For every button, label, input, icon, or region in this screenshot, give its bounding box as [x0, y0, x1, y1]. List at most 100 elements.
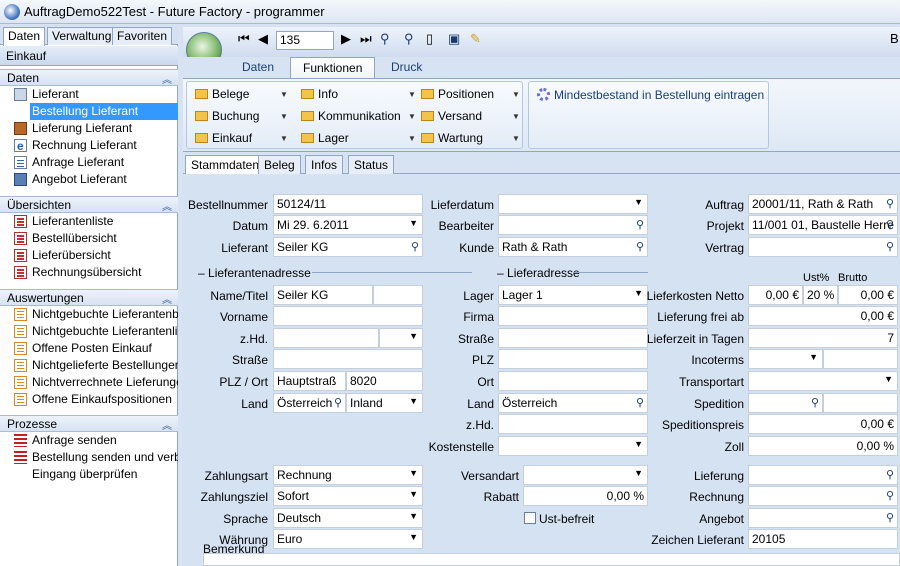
lieferdatum-field[interactable]: ▼ [498, 194, 648, 214]
ribbon-tab-druck[interactable]: Druck [379, 57, 434, 79]
tab-verwaltung[interactable]: Verwaltung [47, 27, 117, 45]
buchung-button[interactable]: Buchung ▼ [195, 109, 288, 123]
binoculars-icon[interactable]: ⚲ [636, 240, 644, 253]
dropdown-arrow-icon[interactable]: ▼ [884, 374, 893, 384]
section-header-auswertungen[interactable]: Auswertungen ︽ [0, 289, 178, 306]
titel-field[interactable] [373, 285, 423, 305]
zhd2-field[interactable] [498, 414, 648, 434]
nav-item-rechnungsuebersicht[interactable]: Rechnungsübersicht [0, 264, 178, 281]
plz-field[interactable]: Hauptstraß [273, 371, 346, 391]
binoculars-icon[interactable]: ⚲ [886, 511, 894, 524]
nav-item-nichtgebuchte-1[interactable]: Nichtgebuchte Lieferantenb... [0, 306, 178, 323]
module-header[interactable]: Einkauf [0, 46, 178, 66]
edit-icon[interactable]: ✎ [470, 31, 481, 47]
record-number-input[interactable]: 135 [276, 31, 334, 50]
kostenstelle-select[interactable]: ▼ [498, 436, 648, 456]
binoculars-icon[interactable]: ⚲ [886, 197, 894, 210]
nav-item-nichtgelieferte[interactable]: Nichtgelieferte Bestellungen [0, 357, 178, 374]
previous-record-icon[interactable]: ◀ [258, 31, 268, 47]
dropdown-arrow-icon[interactable]: ▼ [409, 218, 418, 228]
ort2-field[interactable] [498, 371, 648, 391]
lager-button[interactable]: Lager ▼ [301, 131, 416, 145]
tab-infos[interactable]: Infos [305, 155, 344, 174]
tab-stammdaten[interactable]: Stammdaten [185, 155, 266, 174]
einkauf-button[interactable]: Einkauf ▼ [195, 131, 288, 145]
angebot-field[interactable]: ⚲ [748, 508, 898, 528]
collapse-icon[interactable]: ︽ [162, 198, 172, 213]
section-header-uebersichten[interactable]: Übersichten ︽ [0, 196, 178, 213]
dropdown-arrow-icon[interactable]: ▼ [409, 511, 418, 521]
dropdown-arrow-icon[interactable]: ▼ [634, 468, 643, 478]
nav-item-offene-posten[interactable]: Offene Posten Einkauf [0, 340, 178, 357]
waehrung-select[interactable]: Euro ▼ [273, 529, 423, 549]
nav-item-nichtverrechnete[interactable]: Nichtverrechnete Lieferungen [0, 374, 178, 391]
last-record-icon[interactable]: ⏭ [360, 31, 372, 47]
land-field[interactable]: Österreich ⚲ [273, 393, 346, 413]
datum-field[interactable]: Mi 29. 6.2011 ▼ [273, 215, 423, 235]
binoculars-icon[interactable]: ⚲ [411, 240, 419, 253]
tab-beleg[interactable]: Beleg [258, 155, 301, 174]
nav-item-eingang-pruefen[interactable]: Eingang überprüfen [0, 466, 178, 483]
binoculars-icon[interactable]: ⚲ [886, 240, 894, 253]
auftrag-field[interactable]: 20001/11, Rath & Rath ⚲ [748, 194, 898, 214]
binoculars-icon[interactable]: ⚲ [636, 218, 644, 231]
next-record-icon[interactable]: ▶ [341, 31, 351, 47]
dropdown-arrow-icon[interactable]: ▼ [409, 532, 418, 542]
ust-befreit-checkbox[interactable] [524, 512, 536, 524]
transportart-select[interactable]: ▼ [748, 371, 898, 391]
lieferkosten-netto-field[interactable]: 0,00 € [748, 285, 803, 305]
bemerkung-field[interactable] [203, 553, 900, 566]
lager-select[interactable]: Lager 1 ▼ [498, 285, 648, 305]
dropdown-arrow-icon[interactable]: ▼ [409, 331, 418, 341]
lieferung-field[interactable]: ⚲ [748, 465, 898, 485]
binoculars-icon[interactable]: ⚲ [886, 489, 894, 502]
rechnung-field[interactable]: ⚲ [748, 486, 898, 506]
zhd-field[interactable] [273, 328, 379, 348]
nav-item-lieferung-lieferant[interactable]: Lieferung Lieferant [0, 120, 178, 137]
dropdown-arrow-icon[interactable]: ▼ [634, 197, 643, 207]
spedition-name-field[interactable] [823, 393, 898, 413]
collapse-icon[interactable]: ︽ [162, 71, 172, 86]
nav-item-rechnung-lieferant[interactable]: Rechnung Lieferant [0, 137, 178, 154]
dropdown-arrow-icon[interactable]: ▼ [634, 439, 643, 449]
nav-item-lieferant[interactable]: Lieferant [0, 86, 178, 103]
strasse-field[interactable] [273, 349, 423, 369]
zahlungsziel-select[interactable]: Sofort ▼ [273, 486, 423, 506]
nav-item-anfrage-senden[interactable]: Anfrage senden [0, 432, 178, 449]
incoterms-select[interactable]: ▼ [748, 349, 823, 369]
binoculars-icon[interactable]: ⚲ [886, 218, 894, 231]
lieferkosten-ust-field[interactable]: 20 % [803, 285, 838, 305]
nav-item-lieferuebersicht[interactable]: Lieferübersicht [0, 247, 178, 264]
belege-button[interactable]: Belege ▼ [195, 87, 288, 101]
new-document-icon[interactable]: ▯ [426, 31, 433, 47]
spedition-field[interactable]: ⚲ [748, 393, 823, 413]
zhd-select[interactable]: ▼ [379, 328, 423, 348]
land2-field[interactable]: Österreich ⚲ [498, 393, 648, 413]
info-button[interactable]: Info ▼ [301, 87, 416, 101]
dropdown-arrow-icon[interactable]: ▼ [634, 288, 643, 298]
lieferkosten-brutto-field[interactable]: 0,00 € [838, 285, 898, 305]
dropdown-arrow-icon[interactable]: ▼ [809, 352, 818, 362]
nav-item-bestelluebersicht[interactable]: Bestellübersicht [0, 230, 178, 247]
first-record-icon[interactable]: ⏮ [238, 31, 250, 47]
ribbon-tab-daten[interactable]: Daten [230, 57, 286, 79]
nav-item-angebot-lieferant[interactable]: Angebot Lieferant [0, 171, 178, 188]
section-header-daten[interactable]: Daten ︽ [0, 69, 178, 86]
dropdown-arrow-icon[interactable]: ▼ [409, 489, 418, 499]
incoterms-ort-field[interactable] [823, 349, 898, 369]
binoculars-icon[interactable]: ⚲ [811, 396, 819, 409]
vorname-field[interactable] [273, 306, 423, 326]
nav-item-nichtgebuchte-2[interactable]: Nichtgebuchte Lieferantenli... [0, 323, 178, 340]
save-icon[interactable]: ▣ [448, 31, 460, 47]
versand-button[interactable]: Versand ▼ [421, 109, 520, 123]
versandart-select[interactable]: ▼ [523, 465, 648, 485]
rabatt-field[interactable]: 0,00 % [523, 486, 648, 506]
nav-item-bestellung-lieferant[interactable]: Bestellung Lieferant [30, 103, 178, 120]
ort-field[interactable]: 8020 [346, 371, 423, 391]
search-binoculars-icon[interactable]: ⚲ [380, 31, 390, 47]
kommunikation-button[interactable]: Kommunikation ▼ [301, 109, 416, 123]
nav-item-offene-einkaufspositionen[interactable]: Offene Einkaufspositionen [0, 391, 178, 408]
mindestbestand-button[interactable]: Mindestbestand in Bestellung eintragen [537, 88, 764, 102]
positionen-button[interactable]: Positionen ▼ [421, 87, 520, 101]
plz2-field[interactable] [498, 349, 648, 369]
